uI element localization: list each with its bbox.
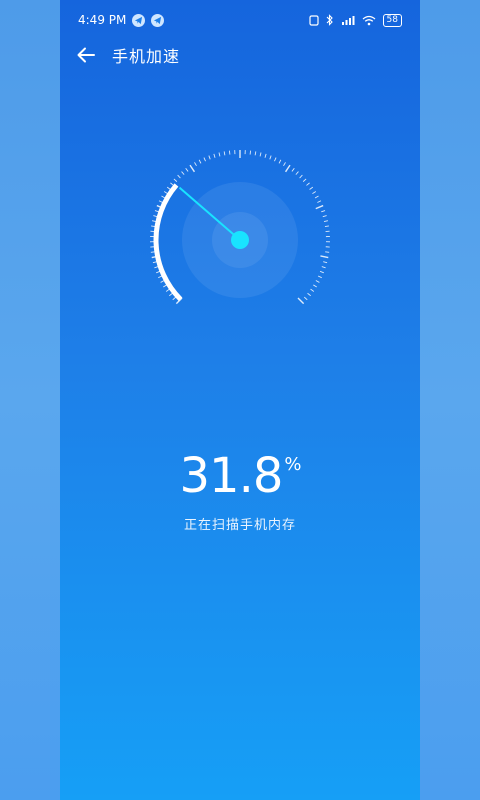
gauge-tick <box>150 251 155 253</box>
gauge-tick <box>321 210 326 213</box>
gauge-tick <box>198 159 202 164</box>
gauge-tick <box>299 174 303 179</box>
percent-value: 31.8 <box>179 448 284 504</box>
gauge-tick <box>166 186 171 190</box>
gauge-tick <box>169 292 173 297</box>
app-header: 手机加速 <box>60 40 420 70</box>
gauge-tick <box>321 266 326 269</box>
gauge-tick <box>315 204 324 210</box>
gauge-tick <box>170 182 174 186</box>
signal-icon <box>341 15 355 25</box>
gauge-tick <box>295 171 299 175</box>
bluetooth-icon <box>326 14 333 26</box>
gauge-tick <box>312 191 317 195</box>
gauge-tick <box>315 280 320 283</box>
sim-icon <box>308 14 319 26</box>
gauge-tick <box>303 296 308 301</box>
gauge-tick <box>208 155 211 160</box>
status-left: 4:49 PM <box>78 13 165 27</box>
speed-gauge <box>150 150 330 305</box>
gauge-tick <box>320 255 329 259</box>
phone-screen: 4:49 PM 58 手机加速 31.8 % 正在扫描手机内存 <box>60 0 420 800</box>
arrow-left-icon <box>77 47 95 63</box>
gauge-tick <box>319 270 324 274</box>
gauge-tick <box>254 151 257 156</box>
gauge-tick <box>291 167 295 172</box>
gauge-tick <box>317 200 322 203</box>
scan-percentage: 31.8% <box>60 448 420 504</box>
left-backdrop <box>0 0 60 800</box>
page-title: 手机加速 <box>112 47 181 66</box>
gauge-tick <box>213 153 216 158</box>
gauge-tick <box>172 296 177 301</box>
wifi-icon <box>362 15 375 25</box>
scan-status-text: 正在扫描手机内存 <box>183 518 296 533</box>
gauge-tick <box>324 225 329 227</box>
battery-icon: 58 <box>382 13 402 27</box>
status-bar: 4:49 PM 58 <box>60 0 420 40</box>
gauge-tick <box>307 292 311 297</box>
gauge-tick <box>302 178 307 182</box>
gauge-tick <box>284 164 291 173</box>
gauge-tick <box>173 178 178 182</box>
gauge-tick <box>163 191 168 195</box>
gauge-tick <box>185 167 189 172</box>
gauge-tick <box>314 195 319 199</box>
right-backdrop <box>420 0 480 800</box>
gauge-tick <box>269 155 272 160</box>
gauge-tick <box>203 157 206 162</box>
back-button[interactable] <box>74 43 98 67</box>
gauge-tick <box>325 251 330 253</box>
gauge-tick <box>317 275 322 279</box>
gauge-tick <box>306 182 310 186</box>
gauge-progress-arc <box>153 183 183 302</box>
telegram-icon <box>132 13 146 27</box>
gauge-tick <box>313 284 317 288</box>
gauge-tick <box>309 186 314 190</box>
gauge-tick <box>259 152 262 157</box>
percent-unit: % <box>284 454 301 475</box>
gauge-tick <box>310 288 315 292</box>
gauge-tick <box>278 159 282 164</box>
gauge-tick <box>323 261 328 264</box>
gauge-tick <box>223 151 226 156</box>
gauge-tick <box>194 162 197 167</box>
gauge-tick <box>218 152 221 157</box>
gauge-tick <box>264 153 267 158</box>
gauge-tick <box>274 157 277 162</box>
gauge-tick <box>283 162 286 167</box>
gauge-tick <box>322 215 327 218</box>
gauge-hub <box>231 231 249 249</box>
gauge-tick <box>177 174 181 179</box>
gauge-tick <box>297 297 305 305</box>
gauge-tick <box>323 220 329 223</box>
status-right: 58 <box>308 13 402 27</box>
gauge-tick <box>189 164 196 173</box>
status-time: 4:49 PM <box>78 13 127 27</box>
telegram-icon <box>151 13 165 27</box>
gauge-tick <box>181 171 185 175</box>
